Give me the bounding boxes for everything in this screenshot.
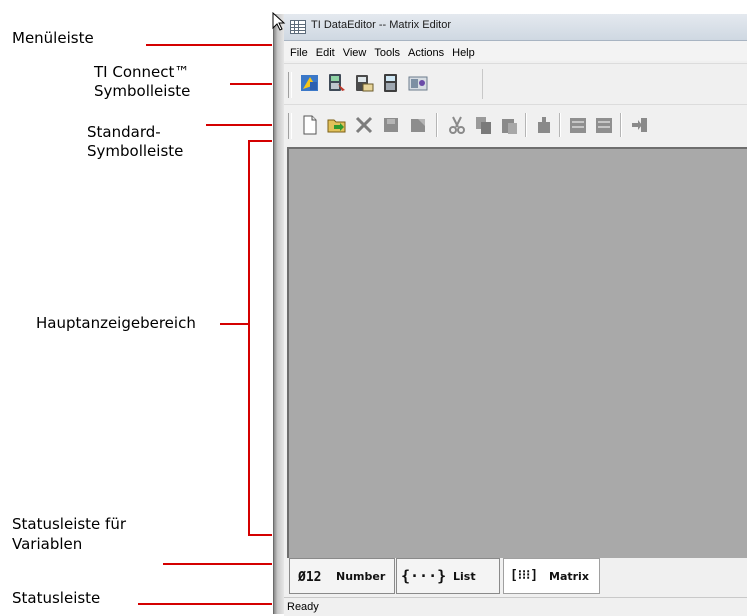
window-border (274, 14, 284, 614)
paste-icon[interactable] (499, 115, 519, 135)
menu-edit[interactable]: Edit (312, 44, 339, 59)
status-bar: Ready (284, 597, 747, 616)
toolbar-separator (559, 113, 560, 137)
title-bar[interactable]: TI DataEditor -- Matrix Editor (284, 14, 747, 41)
standard-toolbar (284, 104, 747, 145)
menu-actions[interactable]: Actions (404, 44, 448, 59)
variable-status-bar: Ø12 Number {···} List [⁝⁝⁝] Matrix (284, 558, 747, 596)
delete-icon[interactable] (354, 115, 374, 135)
menu-help[interactable]: Help (448, 44, 479, 59)
new-icon[interactable] (300, 115, 320, 135)
app-window: TI DataEditor -- Matrix Editor File Edit V… (273, 14, 747, 616)
number-label: Number (336, 570, 386, 583)
pointer-var-status (163, 563, 272, 565)
label-var-status-1: Statusleiste für (12, 515, 127, 533)
menu-bar: File Edit View Tools Actions Help (284, 41, 747, 61)
matrix-icon: [⁝⁝⁝] (510, 568, 539, 583)
number-icon: Ø12 (298, 570, 322, 585)
menu-file[interactable]: File (284, 44, 312, 59)
grid-app-icon (290, 20, 306, 34)
list-icon: {···} (401, 567, 447, 585)
toolbar-end (482, 69, 483, 99)
save-as-icon[interactable] (408, 115, 428, 135)
bracket-top (248, 140, 272, 142)
screen-capture-icon[interactable] (354, 73, 374, 93)
toolbar-grip[interactable] (288, 72, 292, 98)
pointer-menubar (146, 44, 272, 46)
send-icon[interactable] (534, 115, 554, 135)
calculator-backup-icon[interactable] (381, 73, 401, 93)
label-standard-2: Symbolleiste (87, 142, 184, 160)
number-button[interactable]: Ø12 Number (289, 558, 395, 594)
ti-connect-toolbar (284, 63, 747, 102)
status-text: Ready (287, 601, 319, 613)
copy-icon[interactable] (473, 115, 493, 135)
open-icon[interactable] (327, 115, 347, 135)
toolbar-grip[interactable] (288, 113, 292, 139)
pointer-ti-connect (230, 83, 272, 85)
label-main-area: Hauptanzeigebereich (36, 314, 196, 332)
label-ti-connect-1: TI Connect™ (94, 63, 190, 81)
toolbar-separator (620, 113, 621, 137)
insert-column-icon[interactable] (594, 115, 614, 135)
bracket-bottom (248, 534, 272, 536)
menu-tools[interactable]: Tools (370, 44, 404, 59)
window-title: TI DataEditor -- Matrix Editor (311, 19, 451, 31)
main-display-area[interactable] (287, 147, 747, 558)
label-var-status-2: Variablen (12, 535, 83, 553)
list-label: List (453, 570, 476, 583)
ti-connect-explorer-icon[interactable] (300, 73, 320, 93)
save-icon[interactable] (381, 115, 401, 135)
list-button[interactable]: {···} List (396, 558, 500, 594)
bracket-main-area (248, 140, 250, 536)
label-ti-connect-2: Symbolleiste (94, 82, 191, 100)
pointer-statusbar (138, 603, 272, 605)
exit-icon[interactable] (630, 115, 650, 135)
menu-view[interactable]: View (339, 44, 371, 59)
device-info-icon[interactable] (327, 73, 347, 93)
mouse-cursor-icon (272, 12, 286, 31)
toolbar-separator (525, 113, 526, 137)
matrix-label: Matrix (549, 570, 589, 583)
toolbar-separator (436, 113, 437, 137)
pointer-main-area (220, 323, 248, 325)
cut-icon[interactable] (447, 115, 467, 135)
device-explorer-icon[interactable] (408, 73, 428, 93)
label-standard-1: Standard- (87, 123, 161, 141)
matrix-button[interactable]: [⁝⁝⁝] Matrix (503, 558, 600, 594)
label-menubar: Menüleiste (12, 29, 94, 47)
label-statusbar: Statusleiste (12, 589, 101, 607)
pointer-standard (206, 124, 272, 126)
insert-row-icon[interactable] (568, 115, 588, 135)
